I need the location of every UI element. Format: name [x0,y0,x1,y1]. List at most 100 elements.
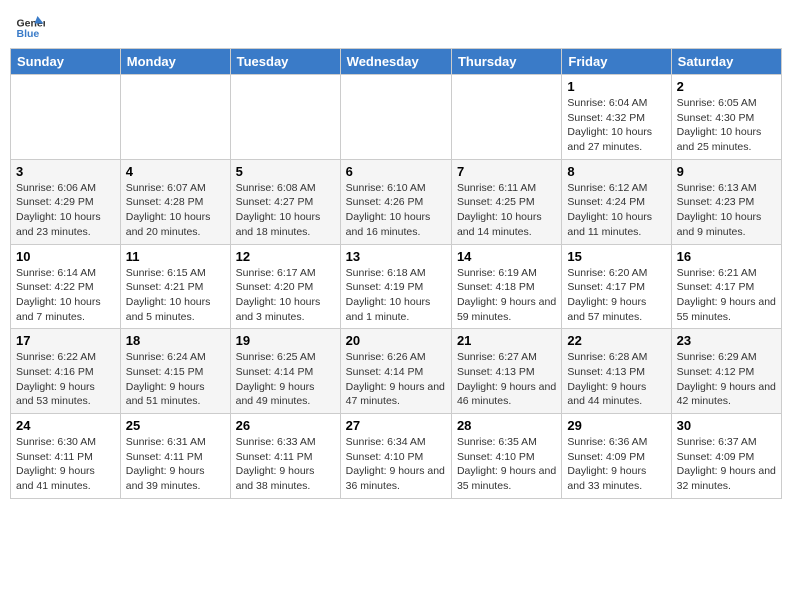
calendar: SundayMondayTuesdayWednesdayThursdayFrid… [10,48,782,499]
day-number: 18 [126,333,225,348]
day-info: Sunrise: 6:28 AM Sunset: 4:13 PM Dayligh… [567,350,665,409]
day-number: 16 [677,249,776,264]
calendar-cell: 24 Sunrise: 6:30 AM Sunset: 4:11 PM Dayli… [11,414,121,499]
day-number: 13 [346,249,446,264]
calendar-cell [340,75,451,160]
day-info: Sunrise: 6:19 AM Sunset: 4:18 PM Dayligh… [457,266,556,325]
calendar-cell: 6 Sunrise: 6:10 AM Sunset: 4:26 PM Daylig… [340,159,451,244]
calendar-cell: 19 Sunrise: 6:25 AM Sunset: 4:14 PM Dayli… [230,329,340,414]
calendar-cell: 13 Sunrise: 6:18 AM Sunset: 4:19 PM Dayli… [340,244,451,329]
calendar-cell: 4 Sunrise: 6:07 AM Sunset: 4:28 PM Daylig… [120,159,230,244]
day-number: 21 [457,333,556,348]
day-number: 15 [567,249,665,264]
weekday-header-sunday: Sunday [11,49,121,75]
calendar-cell: 20 Sunrise: 6:26 AM Sunset: 4:14 PM Dayli… [340,329,451,414]
day-info: Sunrise: 6:36 AM Sunset: 4:09 PM Dayligh… [567,435,665,494]
calendar-cell [120,75,230,160]
day-info: Sunrise: 6:31 AM Sunset: 4:11 PM Dayligh… [126,435,225,494]
calendar-cell: 30 Sunrise: 6:37 AM Sunset: 4:09 PM Dayli… [671,414,781,499]
day-number: 23 [677,333,776,348]
day-number: 17 [16,333,115,348]
day-info: Sunrise: 6:34 AM Sunset: 4:10 PM Dayligh… [346,435,446,494]
weekday-header-thursday: Thursday [451,49,561,75]
calendar-cell [451,75,561,160]
day-info: Sunrise: 6:07 AM Sunset: 4:28 PM Dayligh… [126,181,225,240]
day-info: Sunrise: 6:24 AM Sunset: 4:15 PM Dayligh… [126,350,225,409]
svg-text:Blue: Blue [17,28,40,40]
day-info: Sunrise: 6:04 AM Sunset: 4:32 PM Dayligh… [567,96,665,155]
day-number: 7 [457,164,556,179]
day-number: 1 [567,79,665,94]
weekday-header-saturday: Saturday [671,49,781,75]
logo-icon: General Blue [15,10,45,40]
calendar-cell: 26 Sunrise: 6:33 AM Sunset: 4:11 PM Dayli… [230,414,340,499]
day-info: Sunrise: 6:33 AM Sunset: 4:11 PM Dayligh… [236,435,335,494]
day-number: 19 [236,333,335,348]
calendar-cell: 27 Sunrise: 6:34 AM Sunset: 4:10 PM Dayli… [340,414,451,499]
logo: General Blue [15,10,49,40]
calendar-cell: 14 Sunrise: 6:19 AM Sunset: 4:18 PM Dayli… [451,244,561,329]
calendar-cell: 1 Sunrise: 6:04 AM Sunset: 4:32 PM Daylig… [562,75,671,160]
day-number: 26 [236,418,335,433]
calendar-cell: 3Sunrise: 6:06 AM Sunset: 4:29 PM Daylig… [11,159,121,244]
calendar-cell: 11Sunrise: 6:15 AM Sunset: 4:21 PM Dayli… [120,244,230,329]
day-info: Sunrise: 6:05 AM Sunset: 4:30 PM Dayligh… [677,96,776,155]
weekday-header-tuesday: Tuesday [230,49,340,75]
day-info: Sunrise: 6:35 AM Sunset: 4:10 PM Dayligh… [457,435,556,494]
day-number: 9 [677,164,776,179]
day-info: Sunrise: 6:06 AM Sunset: 4:29 PM Dayligh… [16,181,115,240]
day-number: 20 [346,333,446,348]
day-info: Sunrise: 6:18 AM Sunset: 4:19 PM Dayligh… [346,266,446,325]
day-info: Sunrise: 6:17 AM Sunset: 4:20 PM Dayligh… [236,266,335,325]
calendar-cell: 17 Sunrise: 6:22 AM Sunset: 4:16 PM Dayli… [11,329,121,414]
calendar-cell [11,75,121,160]
day-info: Sunrise: 6:25 AM Sunset: 4:14 PM Dayligh… [236,350,335,409]
day-number: 4 [126,164,225,179]
calendar-cell: 2Sunrise: 6:05 AM Sunset: 4:30 PM Daylig… [671,75,781,160]
calendar-cell: 8Sunrise: 6:12 AM Sunset: 4:24 PM Daylig… [562,159,671,244]
calendar-cell: 7 Sunrise: 6:11 AM Sunset: 4:25 PM Daylig… [451,159,561,244]
day-number: 27 [346,418,446,433]
calendar-cell: 15 Sunrise: 6:20 AM Sunset: 4:17 PM Dayli… [562,244,671,329]
day-info: Sunrise: 6:13 AM Sunset: 4:23 PM Dayligh… [677,181,776,240]
day-number: 8 [567,164,665,179]
weekday-header-friday: Friday [562,49,671,75]
calendar-cell: 21 Sunrise: 6:27 AM Sunset: 4:13 PM Dayli… [451,329,561,414]
day-info: Sunrise: 6:37 AM Sunset: 4:09 PM Dayligh… [677,435,776,494]
day-info: Sunrise: 6:11 AM Sunset: 4:25 PM Dayligh… [457,181,556,240]
header: General Blue [10,10,782,40]
calendar-cell: 16Sunrise: 6:21 AM Sunset: 4:17 PM Dayli… [671,244,781,329]
calendar-cell: 12 Sunrise: 6:17 AM Sunset: 4:20 PM Dayli… [230,244,340,329]
day-info: Sunrise: 6:29 AM Sunset: 4:12 PM Dayligh… [677,350,776,409]
calendar-cell: 28 Sunrise: 6:35 AM Sunset: 4:10 PM Dayli… [451,414,561,499]
day-number: 14 [457,249,556,264]
day-info: Sunrise: 6:14 AM Sunset: 4:22 PM Dayligh… [16,266,115,325]
calendar-cell: 10 Sunrise: 6:14 AM Sunset: 4:22 PM Dayli… [11,244,121,329]
day-number: 10 [16,249,115,264]
day-number: 22 [567,333,665,348]
calendar-cell: 18 Sunrise: 6:24 AM Sunset: 4:15 PM Dayli… [120,329,230,414]
day-number: 6 [346,164,446,179]
day-info: Sunrise: 6:08 AM Sunset: 4:27 PM Dayligh… [236,181,335,240]
weekday-header-monday: Monday [120,49,230,75]
calendar-cell [230,75,340,160]
weekday-header-wednesday: Wednesday [340,49,451,75]
calendar-cell: 25 Sunrise: 6:31 AM Sunset: 4:11 PM Dayli… [120,414,230,499]
day-info: Sunrise: 6:10 AM Sunset: 4:26 PM Dayligh… [346,181,446,240]
day-info: Sunrise: 6:20 AM Sunset: 4:17 PM Dayligh… [567,266,665,325]
day-number: 12 [236,249,335,264]
calendar-cell: 23 Sunrise: 6:29 AM Sunset: 4:12 PM Dayli… [671,329,781,414]
day-info: Sunrise: 6:22 AM Sunset: 4:16 PM Dayligh… [16,350,115,409]
calendar-cell: 29 Sunrise: 6:36 AM Sunset: 4:09 PM Dayli… [562,414,671,499]
calendar-cell: 9 Sunrise: 6:13 AM Sunset: 4:23 PM Daylig… [671,159,781,244]
day-number: 29 [567,418,665,433]
day-info: Sunrise: 6:26 AM Sunset: 4:14 PM Dayligh… [346,350,446,409]
day-number: 11 [126,249,225,264]
day-number: 24 [16,418,115,433]
day-number: 30 [677,418,776,433]
day-number: 28 [457,418,556,433]
day-number: 25 [126,418,225,433]
day-info: Sunrise: 6:27 AM Sunset: 4:13 PM Dayligh… [457,350,556,409]
calendar-cell: 5Sunrise: 6:08 AM Sunset: 4:27 PM Daylig… [230,159,340,244]
day-info: Sunrise: 6:30 AM Sunset: 4:11 PM Dayligh… [16,435,115,494]
